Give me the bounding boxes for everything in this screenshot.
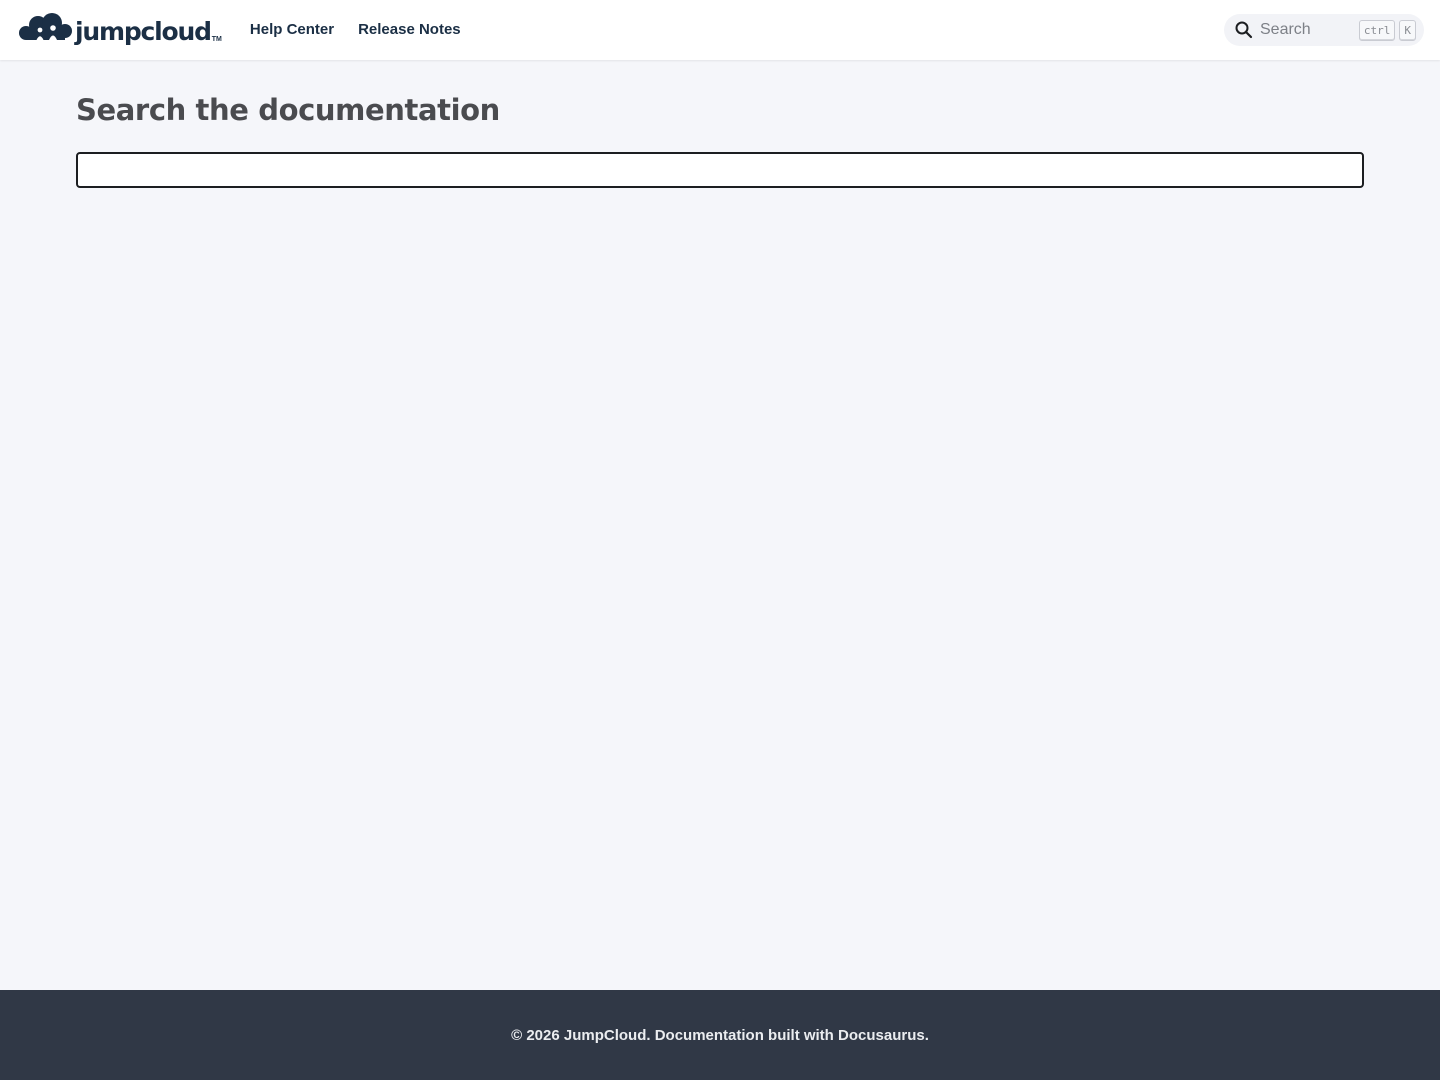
brand-logo-link[interactable]: jumpcloud TM [16,0,222,60]
footer: © 2026 JumpCloud. Documentation built wi… [0,990,1440,1080]
documentation-search-input[interactable] [76,152,1364,188]
shortcut-key-k: K [1399,19,1416,41]
brand-name: jumpcloud [75,16,212,46]
main-content: Search the documentation [76,60,1364,188]
shortcut-key-ctrl: ctrl [1358,19,1396,41]
search-placeholder: Search [1260,21,1311,38]
jumpcloud-cloud-logo-icon [19,13,72,40]
navbar: jumpcloud TM Help Center Release Notes S… [0,0,1440,60]
brand-trademark: TM [211,36,222,43]
navbar-search-button[interactable]: Search ctrl K [1224,14,1424,46]
nav-link-help-center[interactable]: Help Center [250,0,334,60]
page-title: Search the documentation [76,93,500,127]
footer-copyright: © 2026 JumpCloud. Documentation built wi… [511,1026,929,1044]
nav-link-release-notes[interactable]: Release Notes [358,0,461,60]
search-icon [1235,21,1253,39]
